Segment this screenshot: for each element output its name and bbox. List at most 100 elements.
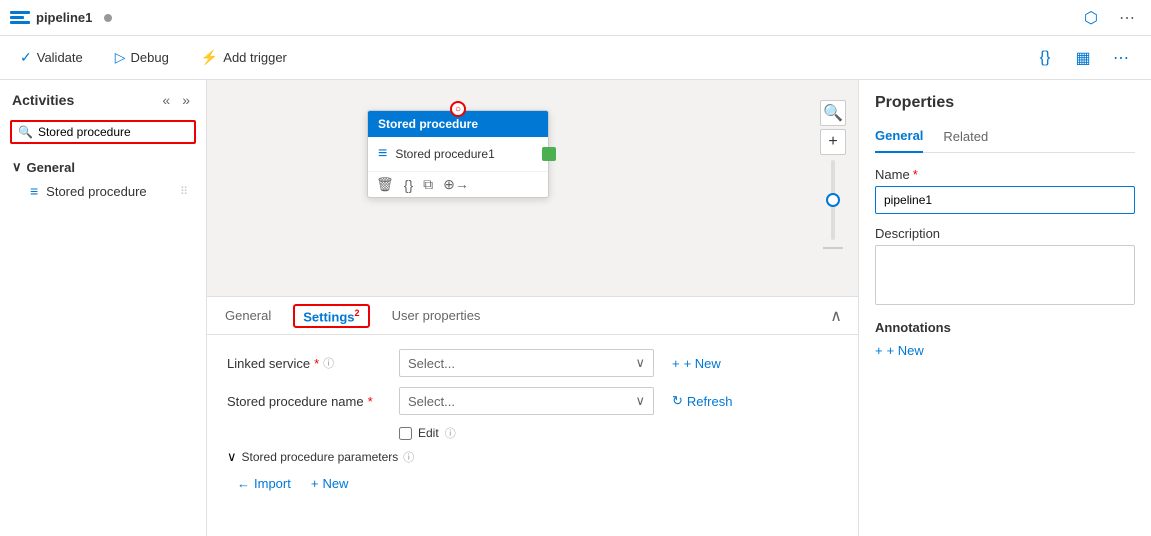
zoom-controls: 🔍 + [820,100,846,251]
props-description-label: Description [875,226,1135,241]
linked-service-select[interactable]: Select... ∨ [399,349,654,377]
sidebar-item-stored-procedure[interactable]: ≡ Stored procedure ⠿ [10,178,196,204]
monitor-icon[interactable]: ▦ [1067,42,1099,74]
props-tab-general[interactable]: General [875,124,923,153]
tab-settings[interactable]: Settings2 [293,304,369,328]
debug-button[interactable]: ▷ Debug [109,45,175,70]
zoom-slider-handle[interactable] [826,193,840,207]
panel-close-icon[interactable]: ∧ [830,306,842,326]
top-bar-icons: ⬡ ⋯ [1077,4,1141,32]
canvas: ○ Stored procedure ≡ Stored procedure1 🗑… [207,80,858,296]
sidebar-collapse-icon[interactable]: « [158,90,174,110]
app-logo: pipeline1 [10,10,92,25]
import-button[interactable]: ← Import [237,473,291,494]
sp-name-row: Stored procedure name * Select... ∨ ↻ Re… [227,387,838,415]
activity-node-body: ≡ Stored procedure1 [368,137,548,171]
properties-panel: Properties General Related Name * Descri… [858,80,1151,536]
annotations-plus-icon: + [875,343,883,358]
edit-row: Edit ⓘ [399,425,838,441]
refresh-icon: ↻ [672,393,683,409]
code-icon[interactable]: {} [1029,42,1061,74]
debug-icon: ▷ [115,49,126,66]
sp-plus-icon: + [311,476,319,491]
main-area: Activities « » 🔍 ∨ General ≡ Stored proc… [0,80,1151,536]
import-icon: ← [237,476,250,491]
sidebar-actions: « » [158,90,194,110]
sp-name-label: Stored procedure name * [227,394,387,409]
activity-node-footer: 🗑 {} ⧉ ⊕→ [368,171,548,197]
props-tab-related[interactable]: Related [943,124,988,153]
node-connector-top: ○ [450,101,466,117]
sp-name-select[interactable]: Select... ∨ [399,387,654,415]
activity-node: ○ Stored procedure ≡ Stored procedure1 🗑… [367,110,549,198]
sidebar-title: Activities [12,92,74,108]
node-copy-icon[interactable]: ⧉ [423,176,433,193]
sidebar-section-header[interactable]: ∨ General [10,156,196,178]
top-bar: pipeline1 ⬡ ⋯ [0,0,1151,36]
tab-general[interactable]: General [223,300,273,333]
zoom-divider [823,247,843,249]
edit-info-icon: ⓘ [445,425,456,441]
props-name-label: Name * [875,167,1135,182]
zoom-search-icon[interactable]: 🔍 [820,100,846,126]
sp-params-info-icon: ⓘ [403,449,414,465]
sidebar-section-general: ∨ General ≡ Stored procedure ⠿ [0,152,206,208]
top-bar-title: pipeline1 [36,10,92,25]
search-icon: 🔍 [18,125,33,139]
props-name-field: Name * [875,167,1135,214]
props-name-input[interactable] [875,186,1135,214]
activity-icon: ≡ [378,145,387,163]
node-connector-right [542,147,556,161]
annotations-new-button[interactable]: + + New [875,343,924,358]
section-chevron-down-icon: ∨ [12,159,22,175]
sidebar: Activities « » 🔍 ∨ General ≡ Stored proc… [0,80,207,536]
edit-label: Edit [418,426,439,440]
toolbar: ✓ Validate ▷ Debug ⚡ Add trigger {} ▦ ⋯ [0,36,1151,80]
add-trigger-button[interactable]: ⚡ Add trigger [195,45,293,70]
search-input[interactable] [38,125,193,139]
search-box: 🔍 [10,120,196,144]
linked-service-new-button[interactable]: + + New [666,353,727,374]
drag-handle-icon: ⠿ [180,185,188,198]
sp-select-chevron-down-icon: ∨ [635,393,645,409]
unsaved-dot [104,14,112,22]
properties-title: Properties [875,94,1135,112]
sp-params-actions: ← Import + New [237,473,838,494]
sp-params-chevron-down-icon: ∨ [227,449,237,465]
props-description-field: Description [875,226,1135,308]
linked-service-info-icon: ⓘ [323,355,334,371]
sp-params-section-header[interactable]: ∨ Stored procedure parameters ⓘ [227,449,838,465]
trigger-icon: ⚡ [201,49,218,66]
bottom-panel: General Settings2 User properties ∧ Link… [207,296,858,536]
props-annotations-field: Annotations + + New [875,320,1135,358]
bottom-panel-tabs: General Settings2 User properties ∧ [207,297,858,335]
validate-icon: ✓ [20,49,32,66]
validate-button[interactable]: ✓ Validate [14,45,89,70]
more-options-icon[interactable]: ⋯ [1113,4,1141,32]
properties-tabs: General Related [875,124,1135,153]
toolbar-more-icon[interactable]: ⋯ [1105,42,1137,74]
zoom-plus-icon[interactable]: + [820,129,846,155]
linked-service-label: Linked service * ⓘ [227,355,387,371]
logo-icon [10,11,30,25]
node-code-icon[interactable]: {} [404,177,413,193]
node-arrow-right-icon[interactable]: ⊕→ [443,176,469,193]
activity-node-name: Stored procedure1 [395,147,494,161]
sp-params-label: Stored procedure parameters [242,450,399,464]
expand-icon[interactable]: ⬡ [1077,4,1105,32]
refresh-button[interactable]: ↻ Refresh [666,390,738,412]
select-chevron-down-icon: ∨ [635,355,645,371]
edit-checkbox[interactable] [399,427,412,440]
bottom-panel-content: Linked service * ⓘ Select... ∨ + + New [207,335,858,508]
props-annotations-title: Annotations [875,320,1135,335]
linked-service-row: Linked service * ⓘ Select... ∨ + + New [227,349,838,377]
plus-icon: + [672,356,680,371]
props-description-input[interactable] [875,245,1135,305]
sp-params-new-button[interactable]: + New [305,473,355,494]
tab-user-properties[interactable]: User properties [390,300,483,333]
node-delete-icon[interactable]: 🗑 [376,176,394,193]
sidebar-header: Activities « » [0,80,206,116]
zoom-slider[interactable] [831,160,835,240]
stored-procedure-icon: ≡ [30,183,38,199]
sidebar-expand-icon[interactable]: » [178,90,194,110]
